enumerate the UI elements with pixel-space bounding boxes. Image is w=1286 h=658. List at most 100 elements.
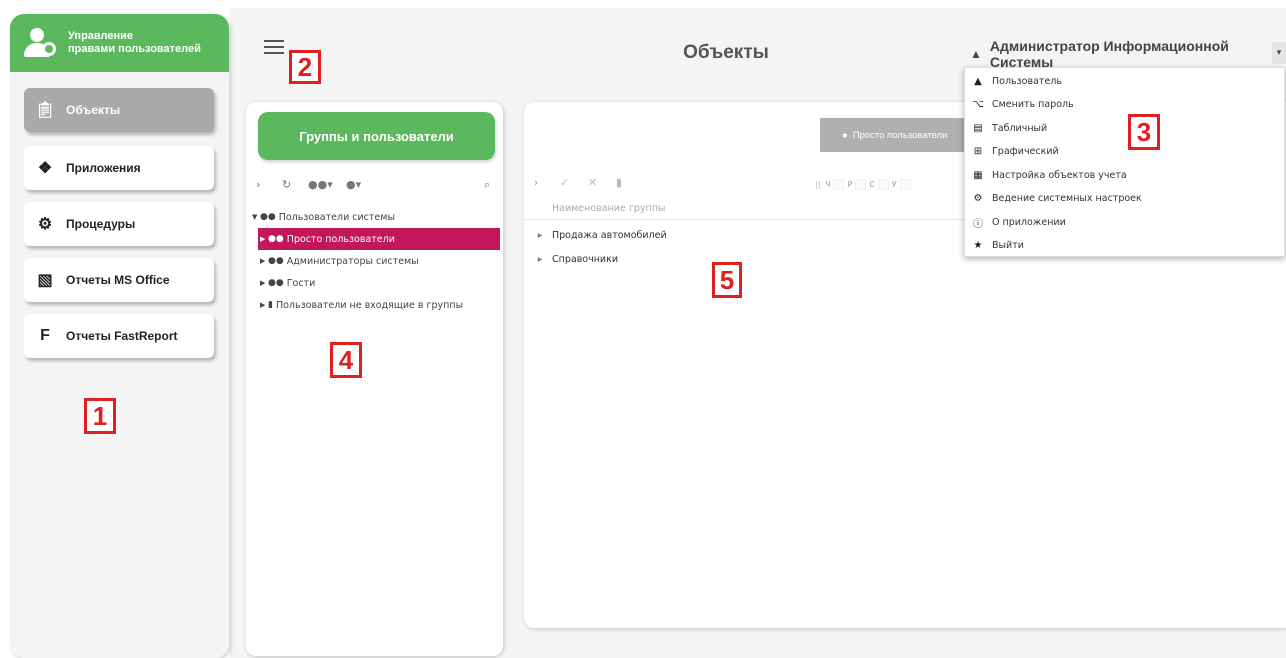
trash-icon: ▮ bbox=[268, 300, 273, 310]
users-group-icon: ●● bbox=[268, 256, 284, 266]
caret-right-icon: ▶ bbox=[260, 301, 266, 309]
expand-chevron-icon[interactable]: › bbox=[256, 178, 260, 191]
annotation-marker-2: 2 bbox=[289, 50, 321, 84]
tree-label: Пользователи не входящие в группы bbox=[275, 299, 464, 311]
nav-button-procedures[interactable]: ⚙︎ Процедуры bbox=[24, 202, 214, 246]
right-read-label: Ч bbox=[825, 179, 831, 189]
group-users-dropdown-icon[interactable]: ●●▾ bbox=[308, 178, 333, 191]
expand-chevron-icon[interactable]: › bbox=[534, 176, 538, 189]
right-edit-checkbox[interactable] bbox=[855, 178, 867, 190]
right-create-label: С bbox=[869, 179, 875, 189]
caret-right-icon: ▶ bbox=[260, 279, 266, 287]
user-name: Администратор Информационной Системы bbox=[989, 38, 1229, 70]
tree-label: Просто пользователи bbox=[286, 233, 395, 245]
nav-button-ms-office-reports[interactable]: ▧ Отчеты MS Office bbox=[24, 258, 214, 302]
right-delete-label: У bbox=[891, 179, 897, 189]
user-icon: ▲ bbox=[970, 47, 982, 61]
right-read-checkbox[interactable] bbox=[833, 178, 845, 190]
menu-item-change-password[interactable]: ⌥ Сменить пароль bbox=[965, 93, 1284, 115]
caret-right-icon: ▶ bbox=[537, 231, 543, 239]
tree-item-system-admins[interactable]: ▶ ●● Администраторы системы bbox=[260, 250, 419, 272]
menu-item-accounting-objects-settings[interactable]: ▦ Настройка объектов учета bbox=[965, 164, 1284, 186]
office-icon: ▧ bbox=[37, 272, 53, 289]
app-header: Управление правами пользователей bbox=[10, 14, 229, 72]
tree-item-guests[interactable]: ▶ ●● Гости bbox=[260, 272, 315, 294]
menu-item-label: Пользователь bbox=[992, 75, 1062, 87]
tree-label: Администраторы системы bbox=[286, 255, 419, 267]
users-group-icon: ●● bbox=[260, 212, 276, 222]
user-icon: ▲ bbox=[974, 75, 982, 87]
menu-item-user[interactable]: ▲ Пользователь bbox=[965, 70, 1284, 92]
list-item[interactable]: ▶ Продажа автомобилей bbox=[524, 224, 667, 246]
search-icon[interactable]: ⌕ bbox=[484, 178, 490, 192]
user-dropdown-icon[interactable]: ●▾ bbox=[346, 178, 361, 191]
right-delete-checkbox[interactable] bbox=[899, 178, 911, 190]
menu-item-label: О приложении bbox=[992, 216, 1066, 228]
menu-item-graphic-view[interactable]: ⊞ Графический bbox=[965, 140, 1284, 162]
page-title: Объекты bbox=[683, 42, 769, 63]
tree-item-simple-users[interactable]: ▶ ●● Просто пользователи bbox=[258, 228, 500, 250]
menu-item-label: Настройка объектов учета bbox=[992, 169, 1127, 181]
menu-item-label: Табличный bbox=[992, 122, 1048, 134]
refresh-icon[interactable]: ↻ bbox=[282, 178, 291, 191]
menu-item-about[interactable]: ⓘ О приложении bbox=[965, 211, 1284, 233]
fastreport-icon: F bbox=[40, 327, 50, 344]
nav-button-applications[interactable]: ❖ Приложения bbox=[24, 146, 214, 190]
nav-label: Объекты bbox=[66, 103, 121, 117]
user-menu-button[interactable]: ▲ Администратор Информационной Системы bbox=[970, 38, 1286, 70]
menu-item-system-settings[interactable]: ⚙︎ Ведение системных настроек bbox=[965, 187, 1284, 209]
column-header[interactable]: Наименование группы bbox=[524, 198, 964, 220]
check-icon[interactable]: ✓ bbox=[560, 176, 569, 189]
gear-icon: ⚙︎ bbox=[37, 216, 53, 233]
tree-item-ungrouped-users[interactable]: ▶ ▮ Пользователи не входящие в группы bbox=[260, 294, 463, 316]
chevron-down-icon[interactable]: ▾ bbox=[1272, 42, 1286, 64]
groups-panel: Группы и пользователи › ↻ ●●▾ ●▾ ⌕ ▼ ●● … bbox=[246, 102, 503, 656]
menu-item-label: Графический bbox=[992, 145, 1059, 157]
caret-down-icon: ▼ bbox=[252, 213, 258, 221]
selected-group-button[interactable]: ● Просто пользователи bbox=[820, 118, 980, 152]
menu-item-label: Сменить пароль bbox=[992, 98, 1074, 110]
key-icon: ⌥ bbox=[972, 98, 984, 110]
annotation-marker-4: 4 bbox=[330, 342, 362, 378]
right-edit-label: Р bbox=[847, 179, 853, 189]
caret-right-icon: ▶ bbox=[260, 257, 266, 265]
selected-group-label: Просто пользователи bbox=[852, 129, 948, 141]
separator: || bbox=[815, 179, 821, 189]
user-settings-logo-icon bbox=[24, 26, 58, 60]
nav-label: Процедуры bbox=[66, 217, 136, 231]
close-icon[interactable]: ✕ bbox=[588, 176, 597, 189]
dropbox-icon: ❖ bbox=[37, 160, 53, 177]
list-item[interactable]: ▶ Справочники bbox=[524, 248, 618, 270]
annotation-marker-3: 3 bbox=[1128, 114, 1160, 150]
tree-label: Гости bbox=[286, 277, 316, 289]
tree-root[interactable]: ▼ ●● Пользователи системы bbox=[252, 206, 395, 228]
nav-label: Отчеты FastReport bbox=[66, 329, 178, 343]
hamburger-menu-icon[interactable] bbox=[264, 40, 284, 54]
list-item-label: Справочники bbox=[552, 253, 619, 265]
caret-right-icon: ▶ bbox=[260, 235, 266, 243]
nav-label: Отчеты MS Office bbox=[66, 273, 170, 287]
menu-item-logout[interactable]: ★ Выйти bbox=[965, 234, 1284, 256]
logout-runner-icon: ★ bbox=[973, 239, 983, 251]
column-header-label: Наименование группы bbox=[552, 203, 666, 214]
left-navigation-panel: Управление правами пользователей 📋︎ Объе… bbox=[10, 14, 229, 658]
info-icon: ⓘ bbox=[973, 218, 983, 230]
caret-right-icon: ▶ bbox=[537, 255, 543, 263]
list-item-label: Продажа автомобилей bbox=[552, 229, 667, 241]
menu-item-table-view[interactable]: ▤ Табличный bbox=[965, 117, 1284, 139]
menu-item-label: Ведение системных настроек bbox=[992, 192, 1142, 204]
annotation-marker-1: 1 bbox=[84, 398, 116, 434]
app-title-line1: Управление bbox=[68, 30, 134, 42]
delete-icon[interactable]: ▮ bbox=[616, 176, 622, 189]
nav-label: Приложения bbox=[66, 161, 141, 175]
rights-checkboxes: || Ч Р С У bbox=[814, 176, 911, 192]
settings-search-icon: ⚙︎ bbox=[973, 192, 983, 204]
nav-button-objects[interactable]: 📋︎ Объекты bbox=[24, 88, 214, 132]
groups-toolbar: › ↻ ●●▾ ●▾ ⌕ bbox=[254, 178, 499, 196]
right-create-checkbox[interactable] bbox=[877, 178, 889, 190]
groups-and-users-button[interactable]: Группы и пользователи bbox=[258, 112, 495, 160]
nav-button-fastreport-reports[interactable]: F Отчеты FastReport bbox=[24, 314, 214, 358]
users-group-icon: ●● bbox=[268, 278, 284, 288]
app-title-line2: правами пользователей bbox=[68, 43, 201, 55]
grid-icon: ⊞ bbox=[973, 145, 983, 157]
